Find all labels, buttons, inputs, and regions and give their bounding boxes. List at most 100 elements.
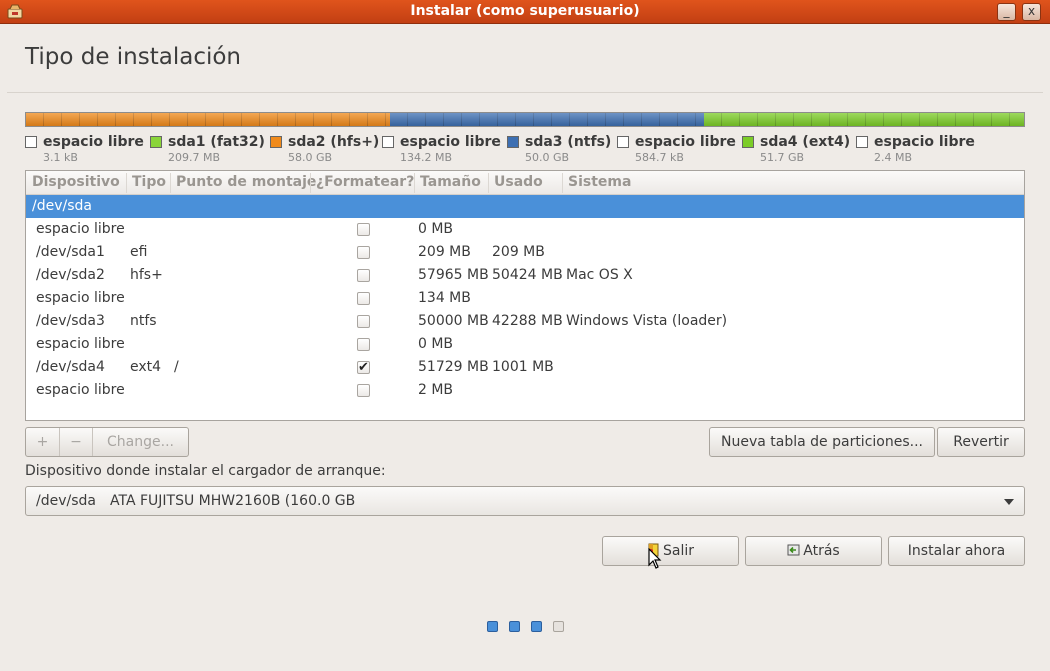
cell-size: 0 MB xyxy=(418,221,454,237)
legend-swatch xyxy=(507,136,519,148)
partition-bar xyxy=(25,112,1025,127)
cell-device: espacio libre xyxy=(36,290,125,306)
cell-used: 42288 MB xyxy=(492,313,563,329)
column-header-size[interactable]: Tamaño xyxy=(420,174,481,190)
cell-size: 209 MB xyxy=(418,244,471,260)
column-divider xyxy=(170,173,171,193)
cell-used: 50424 MB xyxy=(492,267,563,283)
column-header-used[interactable]: Usado xyxy=(494,174,543,190)
legend-swatch xyxy=(150,136,162,148)
table-row[interactable]: /dev/sda3 ntfs 50000 MB 42288 MB Windows… xyxy=(26,310,1024,333)
legend-size: 584.7 kB xyxy=(635,151,684,164)
partition-table[interactable]: Dispositivo Tipo Punto de montaje ¿Forma… xyxy=(25,170,1025,421)
back-button-label: Atrás xyxy=(803,543,840,559)
column-divider xyxy=(488,173,489,193)
disk-device-name: /dev/sda xyxy=(32,198,92,214)
table-row[interactable]: espacio libre 0 MB xyxy=(26,333,1024,356)
cell-type: ext4 xyxy=(130,359,162,375)
table-row[interactable]: espacio libre 2 MB xyxy=(26,379,1024,402)
table-row[interactable]: espacio libre 0 MB xyxy=(26,218,1024,241)
change-partition-button[interactable]: Change... xyxy=(93,428,188,456)
legend-size: 58.0 GB xyxy=(288,151,333,164)
cell-used: 209 MB xyxy=(492,244,545,260)
bootloader-device: /dev/sda xyxy=(36,493,96,509)
page-title: Tipo de instalación xyxy=(25,44,242,70)
legend-swatch xyxy=(25,136,37,148)
remove-partition-button[interactable]: − xyxy=(60,428,92,456)
cell-system: Mac OS X xyxy=(566,267,633,283)
cell-device: /dev/sda4 xyxy=(36,359,105,375)
format-checkbox[interactable] xyxy=(357,223,370,236)
column-header-mount[interactable]: Punto de montaje xyxy=(176,174,316,190)
cell-mount: / xyxy=(174,359,179,375)
legend-label: espacio libre xyxy=(635,134,736,150)
table-row[interactable]: espacio libre 134 MB xyxy=(26,287,1024,310)
cell-device: espacio libre xyxy=(36,221,125,237)
column-header-type[interactable]: Tipo xyxy=(132,174,166,190)
minimize-button[interactable]: _ xyxy=(997,3,1016,21)
back-button[interactable]: Atrás xyxy=(745,536,882,566)
title-separator xyxy=(7,92,1043,93)
legend-label: espacio libre xyxy=(43,134,144,150)
legend-size: 134.2 MB xyxy=(400,151,453,164)
column-header-device[interactable]: Dispositivo xyxy=(32,174,120,190)
format-checkbox-checked[interactable]: ✔ xyxy=(357,361,370,374)
step-dot-complete xyxy=(531,621,542,632)
format-checkbox[interactable] xyxy=(357,292,370,305)
cell-used: 1001 MB xyxy=(492,359,554,375)
column-header-format[interactable]: ¿Formatear? xyxy=(316,174,414,190)
table-header: Dispositivo Tipo Punto de montaje ¿Forma… xyxy=(26,171,1024,195)
bootloader-device-select[interactable]: /dev/sda ATA FUJITSU MHW2160B (160.0 GB xyxy=(25,486,1025,516)
partition-segment-sda2 xyxy=(26,113,390,126)
column-divider xyxy=(414,173,415,193)
window-titlebar[interactable]: Instalar (como superusuario) _ x xyxy=(0,0,1050,24)
quit-button-label: Salir xyxy=(662,543,694,559)
column-divider xyxy=(126,173,127,193)
step-dot-pending xyxy=(553,621,564,632)
cell-type: hfs+ xyxy=(130,267,163,283)
close-button[interactable]: x xyxy=(1022,3,1041,21)
window-title: Instalar (como superusuario) xyxy=(410,3,640,19)
install-now-button[interactable]: Instalar ahora xyxy=(888,536,1025,566)
legend-swatch xyxy=(856,136,868,148)
quit-button[interactable]: Salir xyxy=(602,536,739,566)
legend-size: 51.7 GB xyxy=(760,151,805,164)
legend-swatch xyxy=(382,136,394,148)
table-row[interactable]: /dev/sda2 hfs+ 57965 MB 50424 MB Mac OS … xyxy=(26,264,1024,287)
format-checkbox[interactable] xyxy=(357,338,370,351)
cell-type: ntfs xyxy=(130,313,157,329)
bootloader-device-description: ATA FUJITSU MHW2160B (160.0 GB xyxy=(110,493,356,509)
format-checkbox[interactable] xyxy=(357,315,370,328)
column-divider xyxy=(310,173,311,193)
partition-segment-sda3 xyxy=(390,113,704,126)
new-partition-table-button[interactable]: Nueva tabla de particiones... xyxy=(709,427,935,457)
cell-size: 51729 MB xyxy=(418,359,489,375)
add-partition-button[interactable]: + xyxy=(26,428,59,456)
legend-size: 2.4 MB xyxy=(874,151,913,164)
column-header-system[interactable]: Sistema xyxy=(568,174,631,190)
cell-size: 0 MB xyxy=(418,336,454,352)
format-checkbox[interactable] xyxy=(357,269,370,282)
format-checkbox[interactable] xyxy=(357,246,370,259)
legend-size: 50.0 GB xyxy=(525,151,570,164)
cell-size: 50000 MB xyxy=(418,313,489,329)
cell-system: Windows Vista (loader) xyxy=(566,313,728,329)
legend-swatch xyxy=(742,136,754,148)
legend-label: sda3 (ntfs) xyxy=(525,134,612,150)
legend-size: 3.1 kB xyxy=(43,151,78,164)
cell-device: /dev/sda1 xyxy=(36,244,105,260)
table-row[interactable]: /dev/sda4 ext4 / ✔ 51729 MB 1001 MB xyxy=(26,356,1024,379)
cell-device: /dev/sda2 xyxy=(36,267,105,283)
cell-size: 57965 MB xyxy=(418,267,489,283)
cell-size: 2 MB xyxy=(418,382,454,398)
legend-label: sda1 (fat32) xyxy=(168,134,265,150)
column-divider xyxy=(562,173,563,193)
back-icon xyxy=(787,544,800,556)
bootloader-label: Dispositivo donde instalar el cargador d… xyxy=(25,463,386,479)
legend-swatch xyxy=(617,136,629,148)
cell-device: espacio libre xyxy=(36,336,125,352)
format-checkbox[interactable] xyxy=(357,384,370,397)
table-row-disk[interactable]: /dev/sda xyxy=(26,195,1024,218)
table-row[interactable]: /dev/sda1 efi 209 MB 209 MB xyxy=(26,241,1024,264)
revert-button[interactable]: Revertir xyxy=(937,427,1025,457)
